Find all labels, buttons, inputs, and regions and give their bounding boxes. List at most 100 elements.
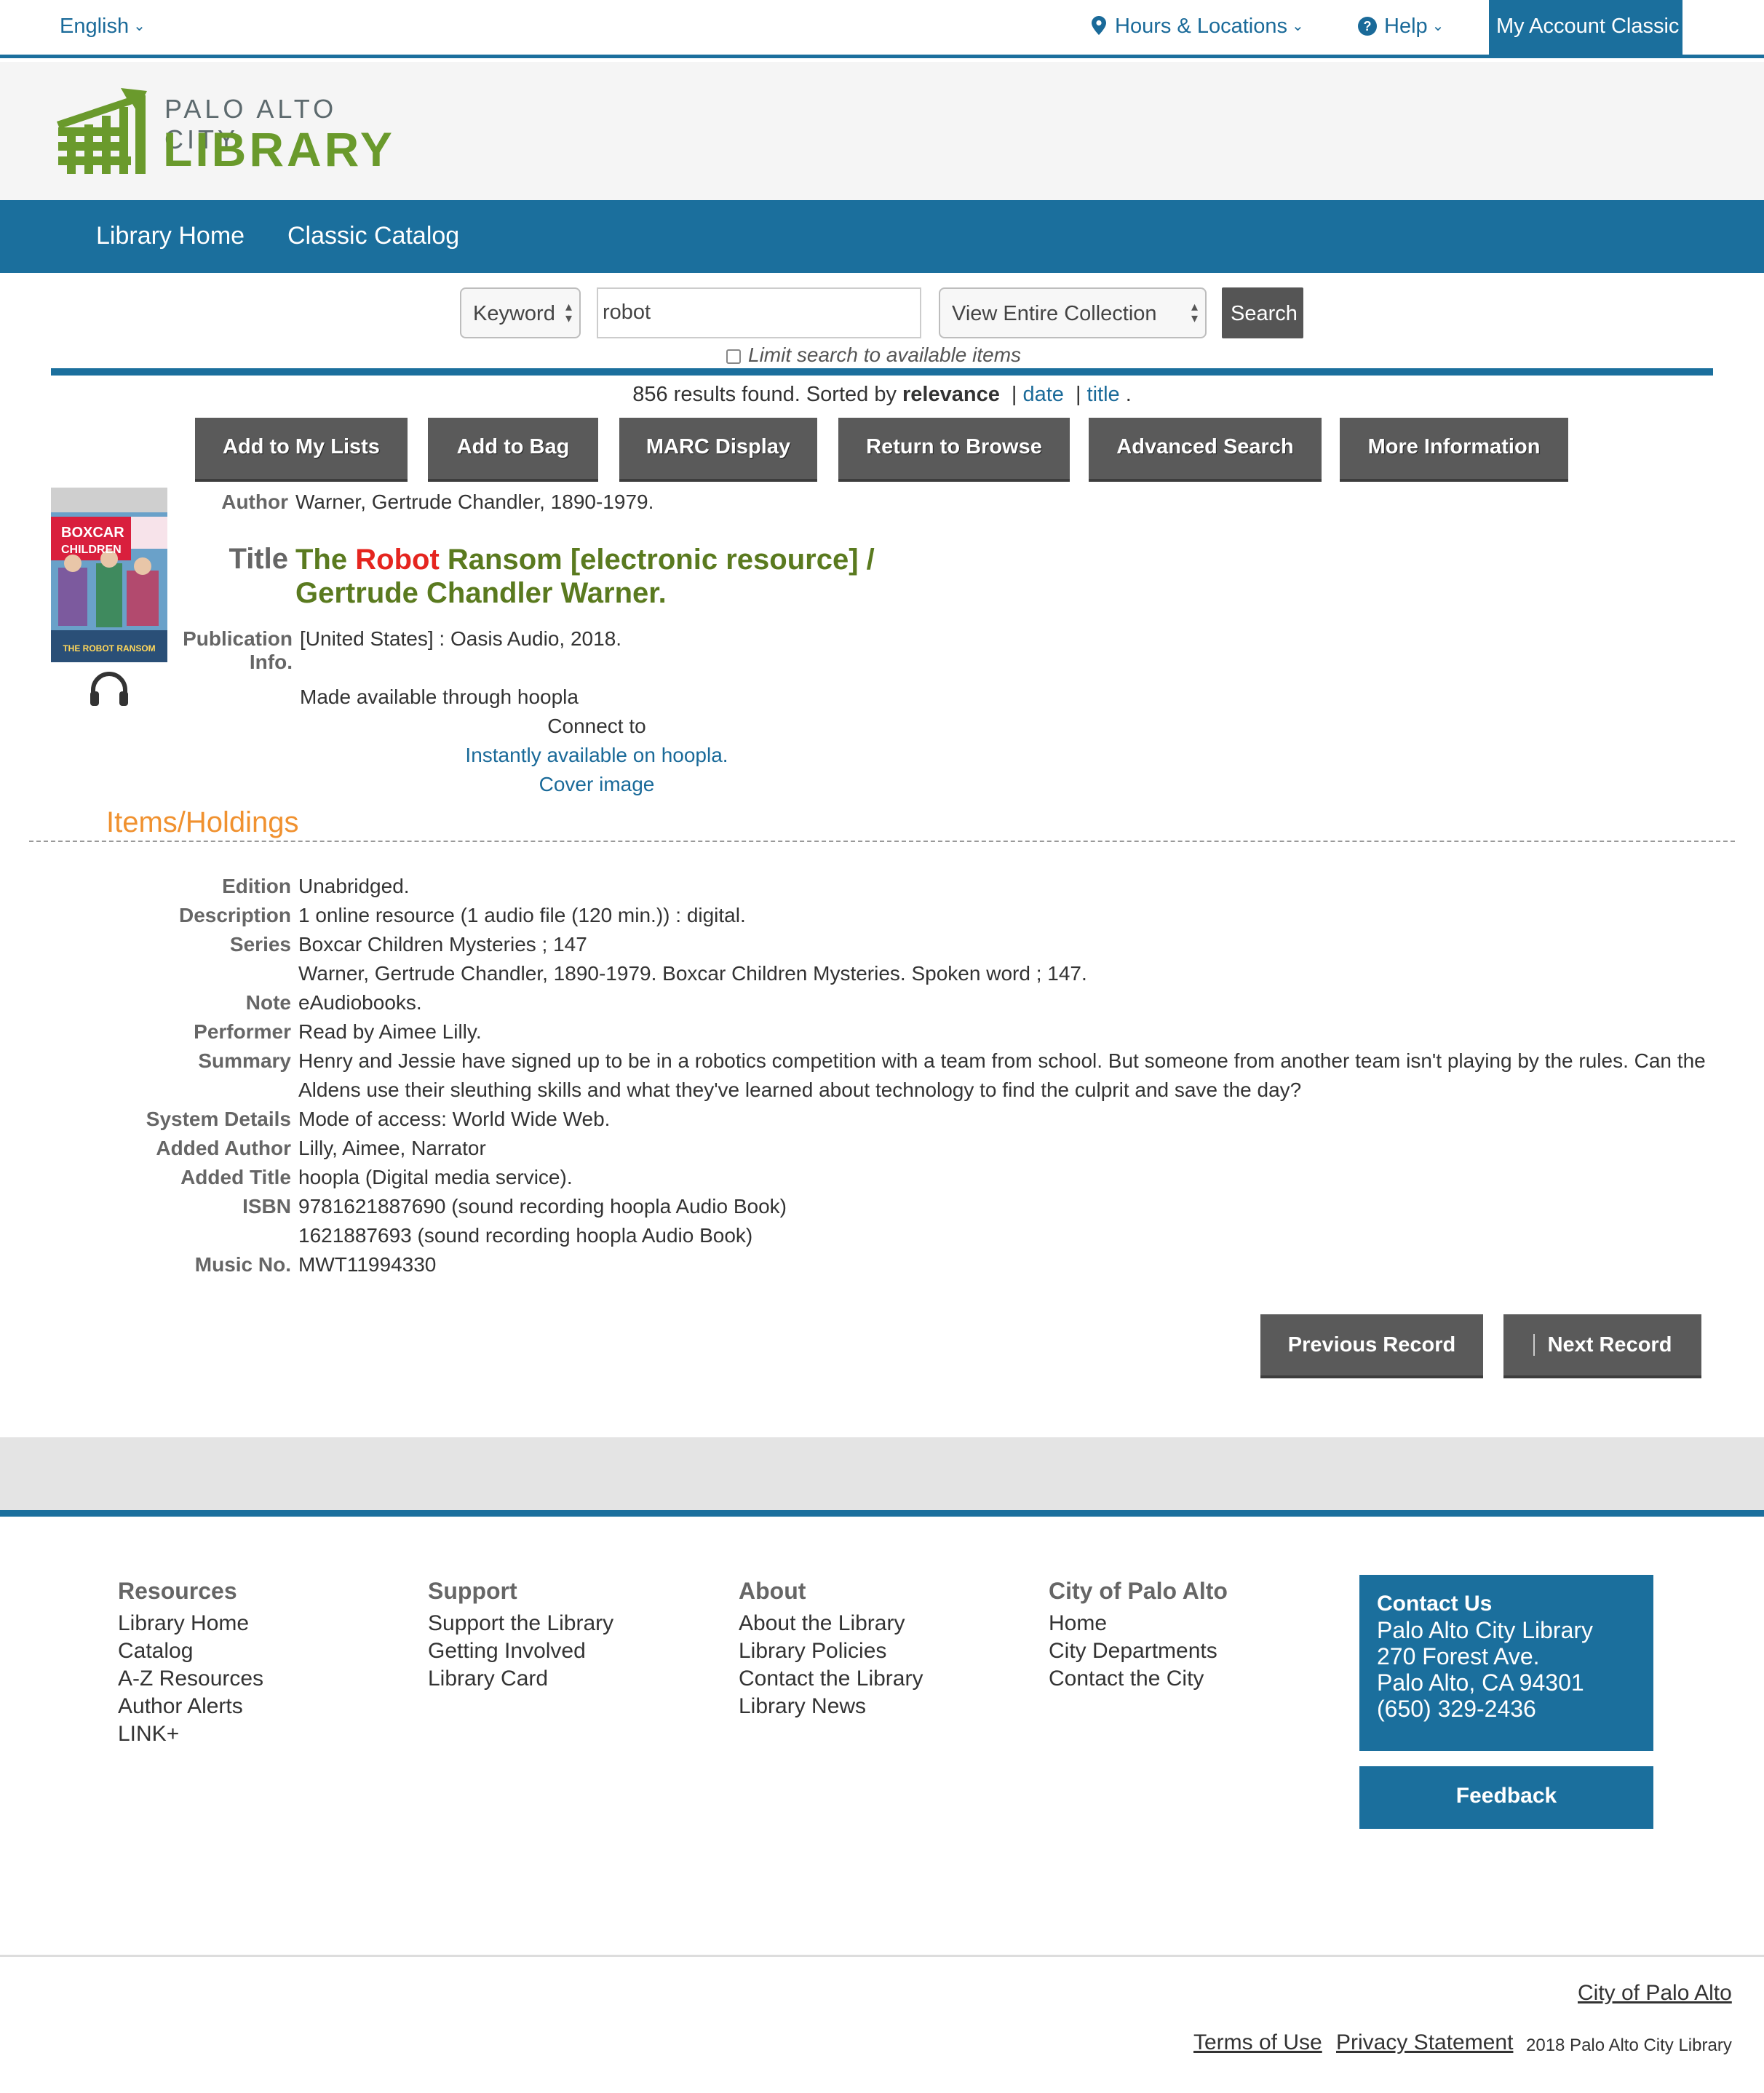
description-value: 1 online resource (1 audio file (120 min… (298, 904, 746, 926)
footer-link[interactable]: Author Alerts (118, 1694, 243, 1719)
hours-label: Hours & Locations (1115, 15, 1287, 38)
record-title: The Robot Ransom [electronic resource] /… (295, 543, 875, 610)
search-type-select[interactable]: Keyword ▴ ▾ (460, 287, 581, 338)
footer-about-heading: About (739, 1578, 806, 1604)
footer-divider (0, 1510, 1764, 1517)
connect-link-row: Instantly available on hoopla. (0, 744, 1193, 767)
footer-link[interactable]: Catalog (118, 1639, 193, 1664)
added-title-label: Added Title (180, 1166, 291, 1188)
svg-text:?: ? (1364, 19, 1372, 33)
title-rest: Ransom [electronic resource] / (447, 544, 875, 576)
help-label: Help (1384, 15, 1428, 38)
footer-link[interactable]: Support the Library (428, 1611, 613, 1636)
add-to-my-lists-button[interactable]: Add to My Lists (195, 418, 408, 479)
my-account-button[interactable]: My Account Classic (1489, 0, 1682, 58)
added-title-link[interactable]: hoopla (Digital media service). (298, 1166, 573, 1189)
footer-link[interactable]: Library Policies (739, 1639, 886, 1664)
hours-locations-menu[interactable]: Hours & Locations ⌄ (1092, 15, 1304, 39)
items-holdings-heading: Items/Holdings (106, 806, 299, 838)
added-author-link[interactable]: Lilly, Aimee, Narrator (298, 1137, 486, 1160)
sort-relevance: relevance (902, 383, 1000, 406)
more-information-button[interactable]: More Information (1340, 418, 1568, 479)
divider (51, 368, 1713, 376)
terms-of-use-link[interactable]: Terms of Use (1193, 2030, 1322, 2055)
contact-box: Contact Us Palo Alto City Library 270 Fo… (1359, 1575, 1653, 1751)
select-arrows-icon: ▴ ▾ (565, 299, 572, 325)
separator-bar (1533, 1334, 1535, 1356)
nav-library-home[interactable]: Library Home (96, 222, 245, 250)
footer-link[interactable]: Library News (739, 1694, 866, 1719)
search-button[interactable]: Search (1222, 287, 1303, 338)
made-available-link[interactable]: Made available through hoopla (300, 686, 579, 709)
limit-available[interactable]: Limit search to available items (726, 343, 1021, 367)
chevron-down-icon: ⌄ (1431, 18, 1445, 34)
publication-link[interactable]: [United States] : Oasis Audio, 2018. (300, 627, 621, 651)
contact-name: Palo Alto City Library (1377, 1617, 1594, 1643)
series-value: Boxcar Children Mysteries ; 147 (298, 933, 587, 956)
headphones-icon (90, 672, 128, 706)
isbn-value-1: 9781621887690 (sound recording hoopla Au… (298, 1195, 787, 1218)
advanced-search-button[interactable]: Advanced Search (1089, 418, 1322, 479)
city-of-palo-alto-link[interactable]: City of Palo Alto (1578, 1981, 1732, 2006)
series-link[interactable]: Warner, Gertrude Chandler, 1890-1979. Bo… (298, 962, 1087, 985)
cover-image-link[interactable]: Cover image (539, 773, 655, 795)
marc-display-button[interactable]: MARC Display (619, 418, 817, 479)
author-label: Author (221, 491, 288, 513)
sort-separator: | (1011, 383, 1017, 406)
note-value: eAudiobooks. (298, 991, 422, 1014)
footer-link[interactable]: City Departments (1049, 1639, 1217, 1664)
logo-text-library: LIBRARY (163, 122, 395, 176)
footer-link[interactable]: Library Home (118, 1611, 249, 1636)
title-search-highlight: Robot (355, 544, 440, 576)
return-to-browse-button[interactable]: Return to Browse (838, 418, 1070, 479)
title-the: The (295, 544, 348, 576)
publication-label: Publication Info. (183, 627, 293, 673)
nav-classic-catalog[interactable]: Classic Catalog (287, 222, 459, 250)
edition-value: Unabridged. (298, 875, 410, 897)
limit-available-checkbox[interactable] (726, 349, 741, 364)
select-arrows-icon: ▴ ▾ (1191, 299, 1198, 325)
footer-link[interactable]: About the Library (739, 1611, 905, 1636)
next-record-button[interactable]: Next Record (1503, 1314, 1701, 1375)
top-bar: English ⌄ Hours & Locations ⌄ ? Help ⌄ My Ac… (0, 0, 1764, 58)
footer-link[interactable]: Contact the City (1049, 1667, 1204, 1691)
contact-phone: (650) 329-2436 (1377, 1696, 1536, 1722)
contact-city: Palo Alto, CA 94301 (1377, 1669, 1584, 1696)
previous-record-button[interactable]: Previous Record (1260, 1314, 1483, 1375)
footer-link[interactable]: Contact the Library (739, 1667, 923, 1691)
sort-period: . (1125, 383, 1132, 406)
footer-link[interactable]: Home (1049, 1611, 1107, 1636)
main-nav: Library Home Classic Catalog (0, 200, 1764, 273)
question-circle-icon: ? (1358, 17, 1377, 36)
author-link[interactable]: Warner, Gertrude Chandler, 1890-1979. (295, 491, 653, 514)
contact-street: 270 Forest Ave. (1377, 1643, 1540, 1669)
added-author-label: Added Author (156, 1137, 291, 1159)
summary-label: Summary (198, 1049, 291, 1072)
help-menu[interactable]: ? Help ⌄ (1358, 15, 1444, 39)
library-logo[interactable]: PALO ALTO CITY LIBRARY (0, 62, 408, 200)
footer-resources-heading: Resources (118, 1578, 237, 1604)
footer-link[interactable]: A-Z Resources (118, 1667, 263, 1691)
logo-band: PALO ALTO CITY LIBRARY (0, 62, 1764, 200)
footer-link[interactable]: LINK+ (118, 1722, 179, 1747)
dashed-divider (29, 841, 1735, 842)
cover-title-line-1: BOXCAR (61, 525, 124, 541)
hoopla-instant-link[interactable]: Instantly available on hoopla. (465, 744, 728, 766)
library-logo-mark-icon (57, 88, 147, 174)
sort-title-link[interactable]: title (1087, 383, 1120, 406)
sort-date-link[interactable]: date (1022, 383, 1063, 406)
sort-separator: | (1075, 383, 1081, 406)
footer-link[interactable]: Getting Involved (428, 1639, 586, 1664)
add-to-bag-button[interactable]: Add to Bag (428, 418, 598, 479)
language-selector[interactable]: English ⌄ (60, 15, 146, 39)
summary-line-1: Henry and Jessie have signed up to be in… (298, 1049, 1706, 1072)
search-input[interactable]: robot (597, 287, 921, 338)
footer-link[interactable]: Library Card (428, 1667, 548, 1691)
feedback-button[interactable]: Feedback (1359, 1766, 1653, 1829)
collection-scope-select[interactable]: View Entire Collection ▴ ▾ (939, 287, 1207, 338)
cover-title-line-2: CHILDREN (61, 544, 122, 556)
performer-label: Performer (194, 1020, 291, 1043)
title-label: Title (229, 543, 288, 575)
search-type-value: Keyword (473, 302, 555, 325)
privacy-statement-link[interactable]: Privacy Statement (1336, 2030, 1513, 2055)
